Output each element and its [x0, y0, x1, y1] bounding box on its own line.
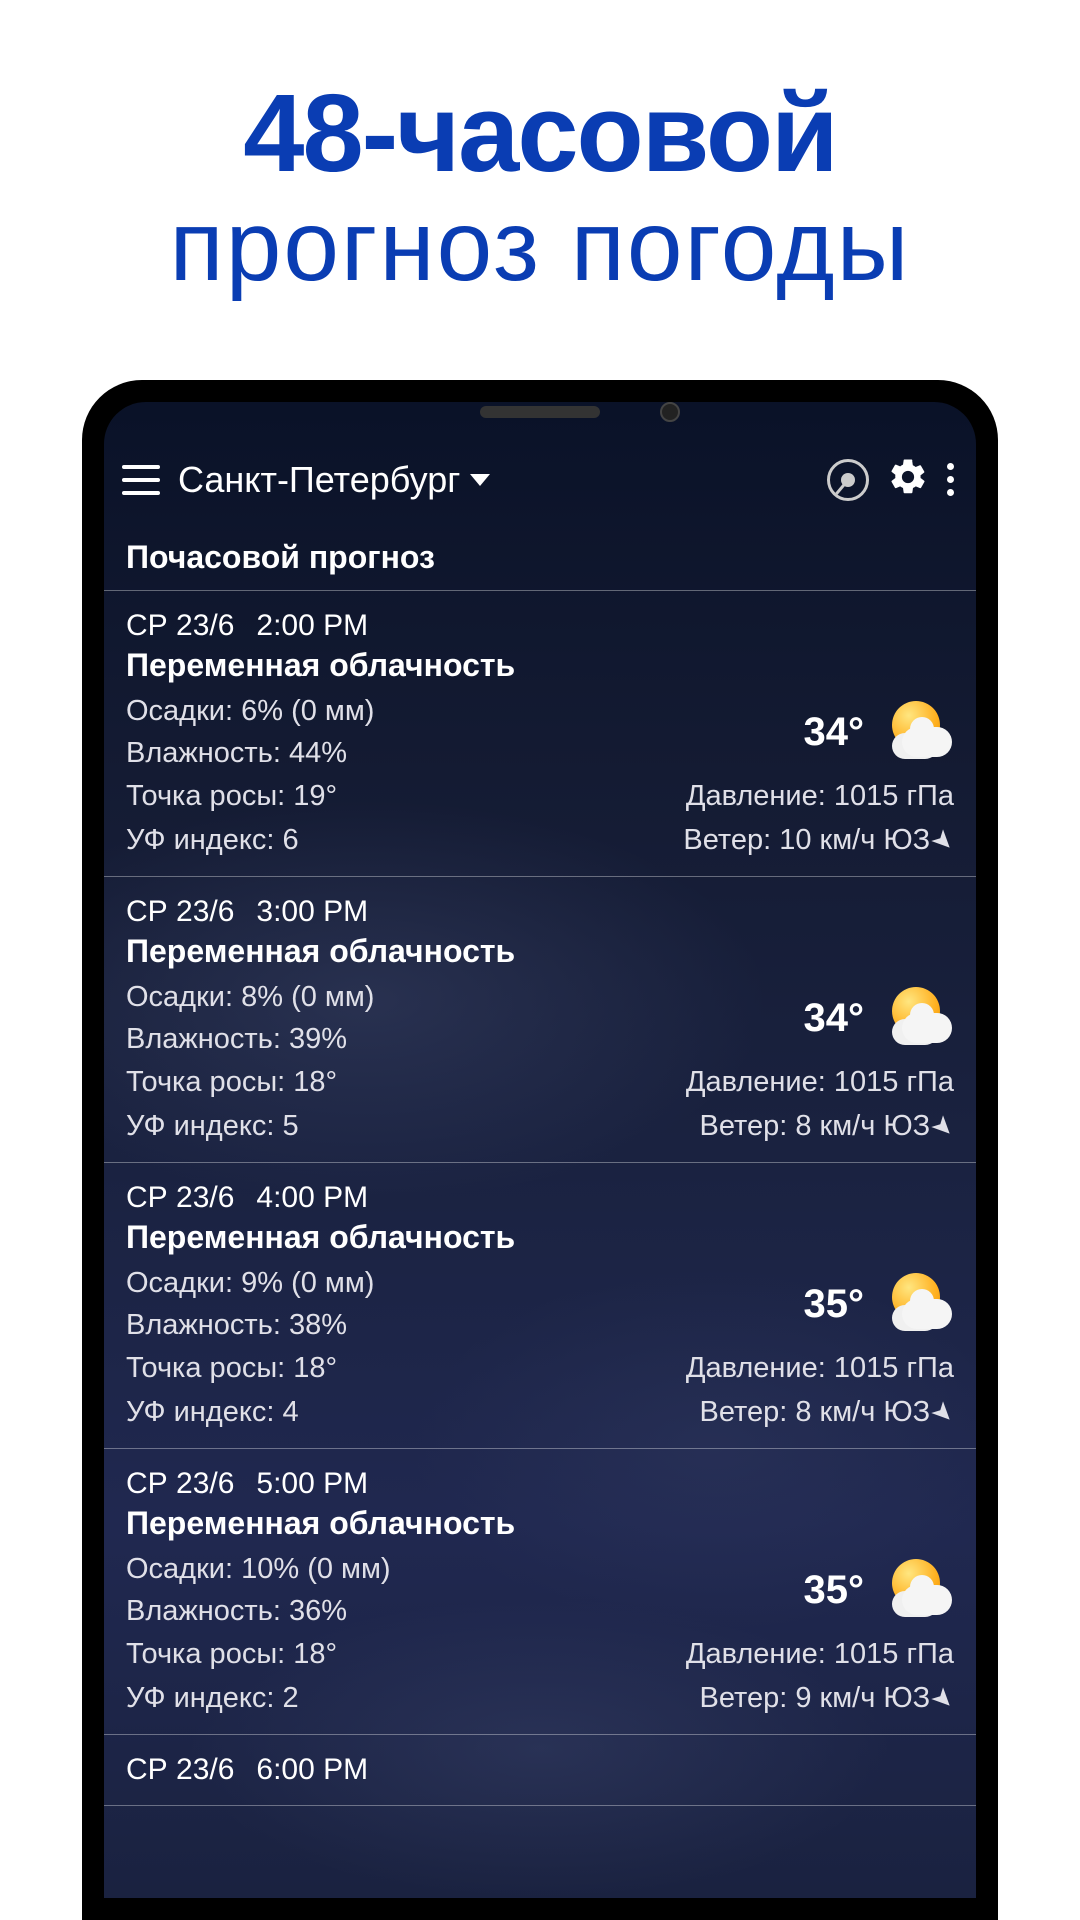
temperature-value: 34°	[804, 710, 865, 755]
dewpoint-value: Точка росы: 18°	[126, 1347, 337, 1389]
promo-banner: 48-часовой прогноз погоды	[0, 0, 1080, 304]
forecast-time: 2:00 PM	[256, 609, 368, 643]
pressure-value: Давление: 1015 гПа	[686, 1061, 954, 1103]
promo-line-1: 48-часовой	[0, 70, 1080, 197]
hour-forecast-block[interactable]: СР 23/6 4:00 PM Переменная облачность Ос…	[104, 1163, 976, 1449]
pressure-value: Давление: 1015 гПа	[686, 1633, 954, 1675]
overflow-menu-icon[interactable]	[947, 463, 954, 496]
temperature-value: 34°	[804, 996, 865, 1041]
wind-direction-icon: ➤	[922, 820, 964, 862]
forecast-day: СР 23/6	[126, 1753, 234, 1787]
pressure-value: Давление: 1015 гПа	[686, 775, 954, 817]
uv-value: УФ индекс: 2	[126, 1677, 299, 1719]
humidity-value: Влажность: 36%	[126, 1590, 804, 1632]
precip-value: Осадки: 8% (0 мм)	[126, 976, 804, 1018]
weather-icon	[884, 697, 954, 767]
phone-camera	[660, 402, 680, 422]
humidity-value: Влажность: 38%	[126, 1304, 804, 1346]
precip-value: Осадки: 6% (0 мм)	[126, 690, 804, 732]
forecast-day: СР 23/6	[126, 1181, 234, 1215]
wind-value: Ветер: 9 км/ч ЮЗ➤	[700, 1677, 954, 1719]
temperature-value: 35°	[804, 1282, 865, 1327]
city-selector[interactable]: Санкт-Петербург	[178, 459, 809, 501]
temperature-value: 35°	[804, 1568, 865, 1613]
forecast-time: 3:00 PM	[256, 895, 368, 929]
forecast-time: 6:00 PM	[256, 1753, 368, 1787]
wind-value: Ветер: 8 км/ч ЮЗ➤	[700, 1391, 954, 1433]
forecast-day: СР 23/6	[126, 895, 234, 929]
wind-value: Ветер: 8 км/ч ЮЗ➤	[700, 1105, 954, 1147]
menu-icon[interactable]	[122, 465, 160, 495]
forecast-time: 4:00 PM	[256, 1181, 368, 1215]
phone-speaker	[480, 406, 600, 418]
weather-icon	[884, 983, 954, 1053]
forecast-condition: Переменная облачность	[126, 1505, 954, 1542]
city-name: Санкт-Петербург	[178, 459, 460, 501]
settings-icon[interactable]	[887, 456, 929, 503]
hour-forecast-block[interactable]: СР 23/6 2:00 PM Переменная облачность Ос…	[104, 591, 976, 877]
humidity-value: Влажность: 44%	[126, 732, 804, 774]
wind-direction-icon: ➤	[922, 1106, 964, 1148]
weather-icon	[884, 1269, 954, 1339]
forecast-day: СР 23/6	[126, 609, 234, 643]
hour-forecast-block[interactable]: СР 23/6 5:00 PM Переменная облачность Ос…	[104, 1449, 976, 1735]
top-bar: Санкт-Петербург	[104, 442, 976, 517]
weather-icon	[884, 1555, 954, 1625]
forecast-day: СР 23/6	[126, 1467, 234, 1501]
forecast-time: 5:00 PM	[256, 1467, 368, 1501]
section-title: Почасовой прогноз	[104, 517, 976, 591]
chevron-down-icon	[470, 474, 490, 486]
uv-value: УФ индекс: 5	[126, 1105, 299, 1147]
hour-forecast-block[interactable]: СР 23/6 3:00 PM Переменная облачность Ос…	[104, 877, 976, 1163]
dewpoint-value: Точка росы: 19°	[126, 775, 337, 817]
pressure-value: Давление: 1015 гПа	[686, 1347, 954, 1389]
forecast-condition: Переменная облачность	[126, 1219, 954, 1256]
uv-value: УФ индекс: 6	[126, 819, 299, 861]
precip-value: Осадки: 9% (0 мм)	[126, 1262, 804, 1304]
app-screen: Санкт-Петербург Почасовой прогноз СР 23/…	[104, 402, 976, 1898]
humidity-value: Влажность: 39%	[126, 1018, 804, 1060]
radar-icon[interactable]	[827, 459, 869, 501]
promo-line-2: прогноз погоды	[0, 189, 1080, 304]
wind-direction-icon: ➤	[922, 1392, 964, 1434]
hour-forecast-block[interactable]: СР 23/6 6:00 PM	[104, 1735, 976, 1806]
uv-value: УФ индекс: 4	[126, 1391, 299, 1433]
wind-value: Ветер: 10 км/ч ЮЗ➤	[683, 819, 954, 861]
phone-frame: Санкт-Петербург Почасовой прогноз СР 23/…	[82, 380, 998, 1920]
forecast-condition: Переменная облачность	[126, 933, 954, 970]
forecast-condition: Переменная облачность	[126, 647, 954, 684]
dewpoint-value: Точка росы: 18°	[126, 1633, 337, 1675]
dewpoint-value: Точка росы: 18°	[126, 1061, 337, 1103]
precip-value: Осадки: 10% (0 мм)	[126, 1548, 804, 1590]
wind-direction-icon: ➤	[922, 1678, 964, 1720]
